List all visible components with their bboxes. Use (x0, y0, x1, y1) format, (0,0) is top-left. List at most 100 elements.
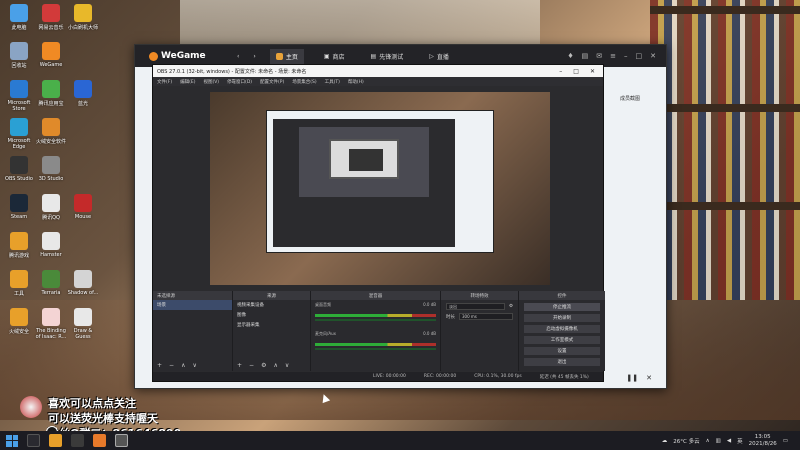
desktop-icon[interactable]: 此电脑 (2, 4, 36, 31)
studio-mode-button[interactable]: 工作室模式 (524, 336, 600, 344)
scene-item[interactable]: 场景 (153, 300, 232, 310)
search-icon[interactable] (27, 434, 40, 447)
up-icon[interactable]: ∧ (181, 362, 185, 369)
desktop-icon[interactable]: 腾讯游戏 (2, 232, 36, 259)
minimize-icon[interactable]: – (624, 52, 628, 60)
tab-store[interactable]: ▣ 商店 (318, 49, 351, 64)
close-player-icon[interactable]: ✕ (646, 374, 652, 382)
menu-icon[interactable]: ≡ (610, 52, 616, 60)
down-icon[interactable]: ∨ (192, 362, 196, 369)
start-recording-button[interactable]: 开始录制 (524, 314, 600, 322)
back-arrow-icon[interactable]: ‹ (237, 53, 239, 60)
down-icon[interactable]: ∨ (285, 362, 289, 369)
app-icon (74, 270, 92, 288)
desktop-icon[interactable]: WeGame (34, 42, 68, 68)
streamer-avatar (20, 396, 42, 418)
stop-streaming-button[interactable]: 停止推流 (524, 303, 600, 311)
app-icon (10, 308, 28, 326)
wegame-taskbar-icon[interactable] (71, 434, 84, 447)
wegame-logo-icon (149, 51, 158, 61)
menu-item[interactable]: 停靠窗口(D) (227, 79, 252, 85)
desktop-icon[interactable]: 蓝光 (66, 80, 100, 107)
source-item[interactable]: 显示器采集 (233, 320, 310, 330)
pause-icon[interactable]: ❚❚ (626, 374, 638, 382)
up-icon[interactable]: ∧ (273, 362, 277, 369)
virtual-camera-button[interactable]: 启动虚拟摄像机 (524, 325, 600, 333)
desktop-icon[interactable]: Hamster (34, 232, 68, 258)
gear-icon[interactable]: ⚙ (509, 304, 513, 309)
menu-item[interactable]: 文件(F) (157, 79, 172, 85)
app-icon (42, 232, 60, 250)
add-icon[interactable]: + (157, 362, 162, 369)
exit-button[interactable]: 退出 (524, 358, 600, 366)
tab-home[interactable]: 主页 (269, 48, 304, 64)
clock[interactable]: 13:05 2021/8/26 (749, 434, 777, 448)
bag-icon[interactable]: ▤ (582, 52, 589, 60)
settings-button[interactable]: 设置 (524, 347, 600, 355)
minimize-icon[interactable]: – (559, 68, 562, 75)
maximize-icon[interactable]: □ (636, 52, 643, 60)
volume-slider[interactable] (315, 319, 436, 321)
app-icon (42, 42, 60, 60)
menu-item[interactable]: 工具(T) (325, 79, 340, 85)
menu-item[interactable]: 场景集合(S) (292, 79, 316, 85)
obs-statusbar: LIVE: 00:00:00 REC: 00:00:00 CPU: 0.1%, … (153, 372, 603, 381)
tab-beta[interactable]: ▤ 先锋测试 (365, 49, 410, 64)
menu-item[interactable]: 视图(V) (203, 79, 219, 85)
desktop-icon-label: Mouse (74, 214, 92, 220)
desktop-icon[interactable]: 3D Studio (34, 156, 68, 182)
source-item[interactable]: 视频采集设备 (233, 300, 310, 310)
volume-slider[interactable] (315, 348, 436, 350)
desktop-icon[interactable]: Microsoft Store (2, 80, 36, 112)
duration-input[interactable]: 300 ms (459, 313, 513, 320)
source-item[interactable]: 图像 (233, 310, 310, 320)
obs-preview[interactable] (210, 92, 550, 285)
volume-icon[interactable]: ◀ (727, 438, 731, 444)
desktop-icon[interactable]: 网易云音乐 (34, 4, 68, 31)
desktop-icon[interactable]: The Binding of Isaac: R... (34, 308, 68, 340)
desktop-icon[interactable]: 小白刷机大师 (66, 4, 100, 31)
notification-icon[interactable]: ▭ (783, 438, 788, 444)
desktop-icon[interactable]: Draw & Guess (66, 308, 100, 340)
weather-text[interactable]: 26°C 多云 (673, 437, 699, 445)
forward-arrow-icon[interactable]: › (253, 53, 255, 60)
desktop-icon[interactable]: OBS Studio (2, 156, 36, 182)
menu-item[interactable]: 帮助(H) (348, 79, 364, 85)
desktop-icon[interactable]: Mouse (66, 194, 100, 220)
remove-icon[interactable]: − (169, 362, 174, 369)
gift-icon[interactable]: ♦ (567, 52, 573, 60)
desktop-icon[interactable]: 腾讯QQ (34, 194, 68, 221)
menu-item[interactable]: 配置文件(P) (260, 79, 284, 85)
start-button[interactable] (6, 434, 18, 447)
sources-dock: 来源 视频采集设备 图像 显示器采集 + − ⚙ ∧ ∨ (233, 291, 311, 371)
gear-icon[interactable]: ⚙ (261, 362, 266, 369)
obs-taskbar-icon[interactable] (115, 434, 128, 447)
desktop-icon[interactable]: 火绒安全软件 (34, 118, 68, 145)
desktop-icon[interactable]: 火绒安全 (2, 308, 36, 335)
file-explorer-icon[interactable] (49, 434, 62, 447)
close-icon[interactable]: ✕ (650, 52, 656, 60)
close-icon[interactable]: ✕ (590, 68, 595, 75)
tab-live[interactable]: ▷ 直播 (423, 49, 455, 64)
menu-item[interactable]: 编辑(E) (180, 79, 195, 85)
maximize-icon[interactable]: □ (573, 68, 579, 75)
desktop-icon[interactable]: 腾讯应用宝 (34, 80, 68, 107)
app-icon (42, 80, 60, 98)
transition-select[interactable]: 淡出 (446, 303, 505, 310)
desktop-icon[interactable]: 回收站 (2, 42, 36, 69)
desktop-icon[interactable]: 工具 (2, 270, 36, 297)
desktop-icon-label: OBS Studio (5, 176, 33, 182)
chevron-up-icon[interactable]: ∧ (706, 438, 710, 444)
desktop-icon[interactable]: Terraria (34, 270, 68, 296)
add-icon[interactable]: + (237, 362, 242, 369)
network-icon[interactable]: ▥ (716, 438, 721, 444)
desktop-icon[interactable]: Microsoft Edge (2, 118, 36, 150)
orange-app-icon[interactable] (93, 434, 106, 447)
mixer-channel-desktop: 桌面音频 0.0 dB (315, 302, 436, 307)
mail-icon[interactable]: ✉ (596, 52, 602, 60)
remove-icon[interactable]: − (249, 362, 254, 369)
app-icon (42, 118, 60, 136)
desktop-icon[interactable]: Shadow of... (66, 270, 100, 296)
desktop-icon[interactable]: Steam (2, 194, 36, 220)
input-language[interactable]: 英 (737, 437, 743, 445)
